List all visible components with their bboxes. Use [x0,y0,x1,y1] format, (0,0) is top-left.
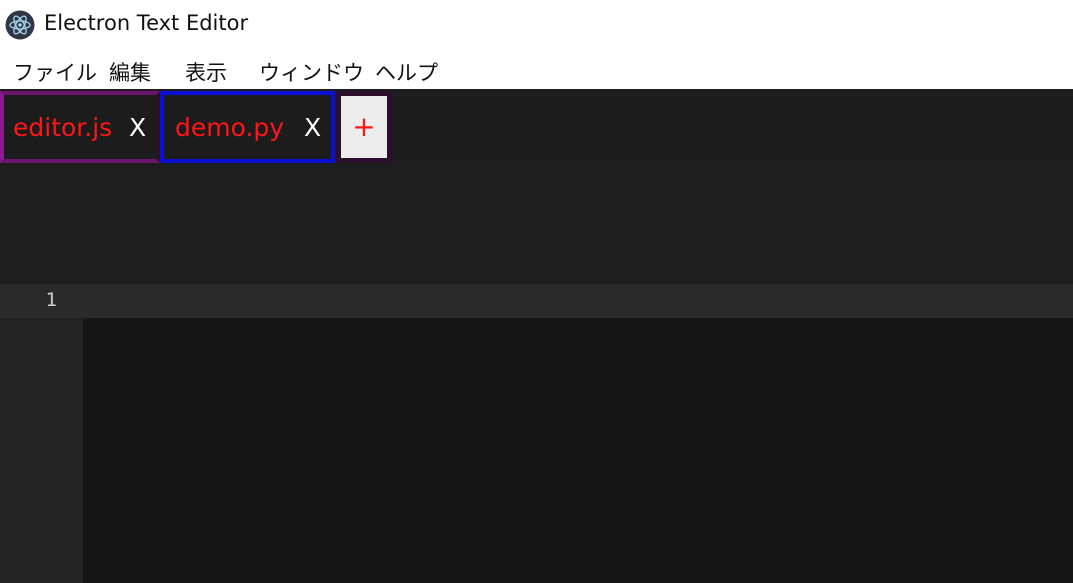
window-title: Electron Text Editor [44,11,249,35]
menu-window[interactable]: ウィンドウ [259,57,364,87]
add-tab-button[interactable]: + [336,91,392,163]
tab-bar: editor.js X demo.py X + [0,89,1073,165]
menu-bar: ファイル 編集 表示 ウィンドウ ヘルプ [0,50,1073,89]
tab-demo-py[interactable]: demo.py X [160,91,335,163]
menu-view[interactable]: 表示 [185,57,227,87]
app-window: Electron Text Editor ファイル 編集 表示 ウィンドウ ヘル… [0,0,1073,583]
code-editor[interactable] [83,318,1073,583]
current-line-highlight [0,284,1073,318]
tab-editor-js[interactable]: editor.js X [0,91,160,163]
line-number: 1 [45,289,57,311]
add-tab-inner: + [341,96,387,158]
line-number-gutter [0,284,83,583]
plus-icon: + [352,110,376,143]
tab-close-button[interactable]: X [129,113,146,142]
editor-padding [0,165,1073,284]
electron-atom-icon [5,10,35,40]
menu-help[interactable]: ヘルプ [375,57,438,87]
menu-file[interactable]: ファイル [13,57,97,87]
tab-label: demo.py [175,113,285,142]
tab-label: editor.js [13,113,113,142]
tab-close-button[interactable]: X [304,113,321,142]
title-bar: Electron Text Editor [0,0,1073,50]
menu-edit[interactable]: 編集 [109,57,151,87]
